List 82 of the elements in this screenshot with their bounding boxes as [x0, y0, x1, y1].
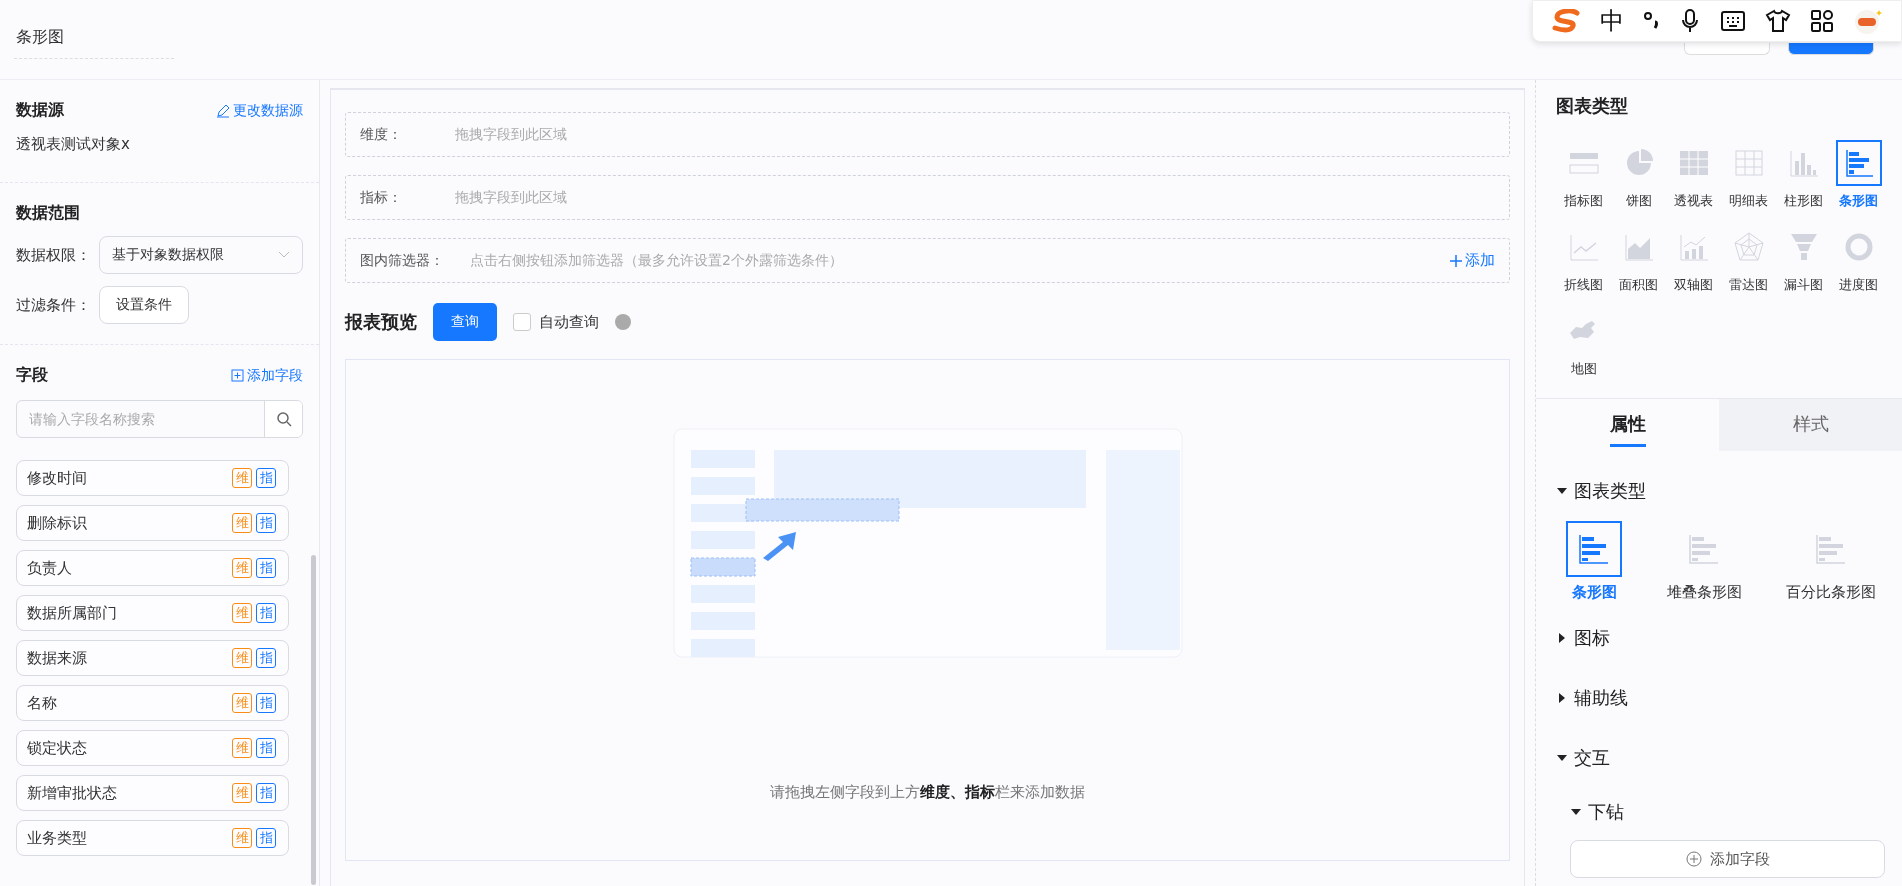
chart-type[interactable]: 双轴图: [1666, 224, 1721, 294]
search-field[interactable]: 请输入字段名称搜索: [17, 401, 264, 437]
keyboard-icon[interactable]: [1719, 10, 1746, 32]
add-field-button[interactable]: 添加字段: [1570, 840, 1885, 878]
field-tag[interactable]: 指: [256, 468, 276, 488]
data-source-name: 透视表测试对象x: [16, 135, 131, 155]
section-title: 数据源: [16, 100, 64, 121]
chart-subtype[interactable]: 堆叠条形图: [1666, 521, 1742, 602]
section-title: 字段: [16, 365, 48, 386]
field-label: 数据权限：: [16, 245, 91, 265]
zone-hint: 拖拽字段到此区域: [455, 188, 568, 207]
field-item[interactable]: 删除标识 维 指: [16, 505, 289, 541]
chart-type[interactable]: 饼图: [1611, 140, 1666, 210]
chevron-down-icon: [278, 251, 290, 259]
field-item[interactable]: 数据来源 维 指: [16, 640, 289, 676]
chart-subtype[interactable]: 百分比条形图: [1786, 521, 1876, 602]
plus-icon: [1685, 851, 1702, 867]
field-item[interactable]: 数据所属部门 维 指: [16, 595, 289, 631]
chart-type[interactable]: 进度图: [1831, 224, 1886, 294]
mascot-icon[interactable]: [1853, 7, 1884, 35]
scrollbar[interactable]: [311, 555, 316, 885]
query-button[interactable]: 查询: [433, 303, 497, 341]
chart-type[interactable]: 折线图: [1556, 224, 1611, 294]
input-mode[interactable]: 中: [1599, 5, 1624, 37]
zone-hint: 拖拽字段到此区域: [455, 125, 568, 144]
field-item[interactable]: 锁定状态 维 指: [16, 730, 289, 766]
chart-type[interactable]: 指标图: [1556, 140, 1611, 210]
add-filter-link[interactable]: 添加: [1450, 251, 1495, 270]
panel-tab[interactable]: 属性: [1536, 399, 1719, 451]
field-item[interactable]: 修改时间 维 指: [16, 460, 289, 496]
add-field-link[interactable]: 添加字段: [231, 366, 303, 385]
field-tag[interactable]: 指: [256, 558, 276, 578]
section-header[interactable]: 下钻: [1556, 788, 1886, 836]
ime-logo-icon[interactable]: [1550, 9, 1581, 33]
zone-label: 图内筛选器：: [360, 251, 445, 270]
field-tag[interactable]: 指: [256, 783, 276, 803]
section-header[interactable]: 图表类型: [1556, 461, 1886, 521]
preview-title: 报表预览: [345, 310, 417, 334]
field-label: 过滤条件：: [16, 295, 91, 315]
grid-icon[interactable]: [1810, 9, 1835, 33]
search-box[interactable]: 请输入字段名称搜索: [16, 400, 303, 438]
plus-square-icon: [231, 369, 244, 382]
change-source-link[interactable]: 更改数据源: [216, 101, 303, 120]
chart-type[interactable]: 明细表: [1721, 140, 1776, 210]
report-title[interactable]: 条形图: [14, 20, 174, 59]
chart-type[interactable]: 柱形图: [1776, 140, 1831, 210]
chart-type[interactable]: 面积图: [1611, 224, 1666, 294]
section-title: 图表类型: [1556, 94, 1629, 118]
zone-hint: 点击右侧按钮添加筛选器（最多允许设置2个外露筛选条件）: [470, 251, 844, 270]
zone-label: 维度：: [360, 125, 403, 144]
help-icon[interactable]: [615, 314, 631, 330]
microphone-icon[interactable]: [1680, 8, 1701, 34]
chart-type[interactable]: 地图: [1556, 308, 1611, 378]
search-icon: [275, 411, 292, 427]
field-tag[interactable]: 指: [256, 828, 276, 848]
chart-type[interactable]: 雷达图: [1721, 224, 1776, 294]
field-item[interactable]: 新增审批状态 维 指: [16, 775, 289, 811]
section-title: 数据范围: [16, 203, 81, 224]
edit-icon: [216, 103, 230, 118]
field-tag[interactable]: 指: [256, 693, 276, 713]
header-button[interactable]: [1788, 43, 1874, 55]
field-item[interactable]: 名称 维 指: [16, 685, 289, 721]
set-condition-button[interactable]: 设置条件: [99, 286, 189, 324]
zone-label: 指标：: [360, 188, 403, 207]
section-header[interactable]: 图标: [1556, 608, 1886, 668]
field-tag[interactable]: 指: [256, 513, 276, 533]
empty-hint: 请拖拽左侧字段到上方维度、指标栏来添加数据: [770, 783, 1085, 802]
plus-icon: [1450, 254, 1462, 267]
search-button[interactable]: [264, 401, 302, 437]
panel-tab[interactable]: 样式: [1719, 399, 1902, 451]
shirt-icon[interactable]: [1764, 9, 1791, 33]
section-header[interactable]: 辅助线: [1556, 668, 1886, 728]
section-header[interactable]: 交互: [1556, 728, 1886, 788]
field-tag[interactable]: 指: [256, 738, 276, 758]
chart-type[interactable]: 透视表: [1666, 140, 1721, 210]
chart-type[interactable]: 漏斗图: [1776, 224, 1831, 294]
field-item[interactable]: 负责人 维 指: [16, 550, 289, 586]
auto-query-checkbox[interactable]: 自动查询: [513, 312, 599, 332]
field-tag[interactable]: 指: [256, 603, 276, 623]
field-tag[interactable]: 指: [256, 648, 276, 668]
field-item[interactable]: 业务类型 维 指: [16, 820, 289, 856]
permission-select[interactable]: 基于对象数据权限: [99, 236, 303, 274]
